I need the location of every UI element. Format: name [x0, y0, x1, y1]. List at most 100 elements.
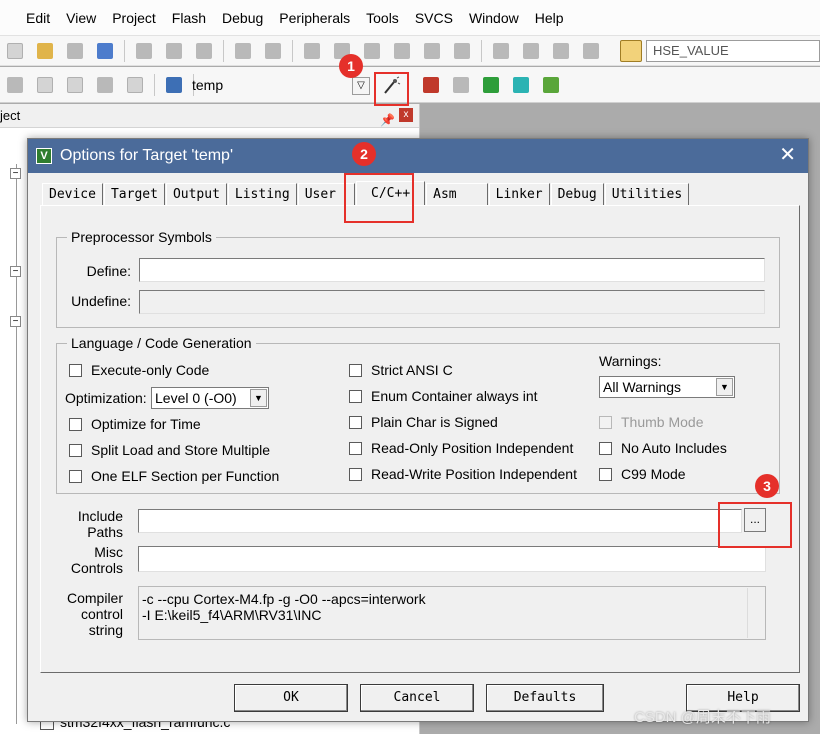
dialog-close-button[interactable]: ✕: [779, 145, 796, 165]
checkbox[interactable]: [349, 363, 362, 377]
pack-installer-icon[interactable]: [479, 73, 503, 97]
checkbox[interactable]: [69, 417, 82, 431]
uncomment-icon[interactable]: [579, 39, 603, 63]
undefine-field: [139, 290, 765, 314]
tab-device[interactable]: Device: [42, 183, 103, 205]
checkbox[interactable]: [349, 415, 362, 429]
define-combo[interactable]: HSE_VALUE: [646, 40, 820, 62]
menu-help[interactable]: Help: [527, 0, 572, 36]
c99-mode-checkbox[interactable]: C99 Mode: [599, 466, 686, 482]
menu-svcs[interactable]: SVCS: [407, 0, 461, 36]
load-icon[interactable]: [162, 73, 186, 97]
one-elf-label: One ELF Section per Function: [91, 468, 280, 484]
bookmark-next-icon[interactable]: [420, 39, 444, 63]
menu-peripherals[interactable]: Peripherals: [271, 0, 358, 36]
tab-debug[interactable]: Debug: [550, 183, 604, 205]
menu-edit[interactable]: Edit: [8, 0, 58, 36]
undo-icon[interactable]: [231, 39, 255, 63]
menu-tools[interactable]: Tools: [358, 0, 407, 36]
new-file-icon[interactable]: [3, 39, 27, 63]
nav-back-icon[interactable]: [300, 39, 324, 63]
warnings-select[interactable]: All Warnings ▼: [599, 376, 735, 398]
checkbox[interactable]: [349, 467, 362, 481]
rebuild-icon[interactable]: [63, 73, 87, 97]
cut-icon[interactable]: [132, 39, 156, 63]
tree-collapse-toggle[interactable]: −: [10, 266, 21, 277]
checkbox[interactable]: [69, 363, 82, 377]
find-in-files-icon[interactable]: [620, 40, 642, 62]
ropi-checkbox[interactable]: Read-Only Position Independent: [349, 440, 573, 456]
bookmark-icon[interactable]: [360, 39, 384, 63]
select-packs-icon[interactable]: [509, 73, 533, 97]
defaults-button[interactable]: Defaults: [486, 684, 604, 712]
manage-components-icon[interactable]: [419, 73, 443, 97]
execute-only-checkbox[interactable]: Execute-only Code: [69, 362, 209, 378]
chevron-down-icon[interactable]: ▽: [352, 77, 370, 95]
optimize-time-checkbox[interactable]: Optimize for Time: [69, 416, 201, 432]
misc-controls-field[interactable]: [138, 546, 766, 572]
tab-target[interactable]: Target: [103, 183, 165, 205]
pin-icon[interactable]: 📌: [380, 108, 395, 132]
define-field[interactable]: [139, 258, 765, 282]
open-folder-icon[interactable]: [33, 39, 57, 63]
checkbox[interactable]: [599, 467, 612, 481]
tree-collapse-toggle[interactable]: −: [10, 316, 21, 327]
checkbox[interactable]: [349, 441, 362, 455]
language-group: Language / Code Generation Execute-only …: [56, 335, 780, 494]
checkbox[interactable]: [349, 389, 362, 403]
include-paths-field[interactable]: [138, 509, 742, 533]
tab-output[interactable]: Output: [165, 183, 227, 205]
scrollbar[interactable]: [747, 588, 764, 638]
redo-icon[interactable]: [261, 39, 285, 63]
compiler-label-line2: control: [80, 606, 123, 622]
tab-utilities[interactable]: Utilities: [604, 183, 690, 205]
strict-ansi-checkbox[interactable]: Strict ANSI C: [349, 362, 453, 378]
indent-icon[interactable]: [489, 39, 513, 63]
copy-icon[interactable]: [162, 39, 186, 63]
file-extensions-icon[interactable]: [449, 73, 473, 97]
paste-icon[interactable]: [192, 39, 216, 63]
compiler-label-line1: Compiler: [66, 590, 123, 606]
bookmark-clear-icon[interactable]: [450, 39, 474, 63]
run-time-environment-icon[interactable]: [539, 73, 563, 97]
include-label-line1: Include: [77, 508, 123, 524]
translate-icon[interactable]: [3, 73, 27, 97]
rwpi-label: Read-Write Position Independent: [371, 466, 577, 482]
tree-collapse-toggle[interactable]: −: [10, 168, 21, 179]
rwpi-checkbox[interactable]: Read-Write Position Independent: [349, 466, 577, 482]
optimization-select[interactable]: Level 0 (-O0) ▼: [151, 387, 269, 409]
target-select[interactable]: temp: [186, 72, 370, 98]
enum-container-checkbox[interactable]: Enum Container always int: [349, 388, 538, 404]
menu-debug[interactable]: Debug: [214, 0, 271, 36]
tab-asm[interactable]: Asm: [426, 183, 488, 205]
project-panel-title: ject: [0, 108, 21, 123]
menu-flash[interactable]: Flash: [164, 0, 214, 36]
menu-project[interactable]: Project: [104, 0, 164, 36]
chevron-down-icon[interactable]: ▼: [716, 378, 733, 396]
checkbox[interactable]: [599, 441, 612, 455]
close-icon[interactable]: x: [399, 108, 413, 122]
cancel-button[interactable]: Cancel: [360, 684, 474, 712]
build-icon[interactable]: [33, 73, 57, 97]
checkbox[interactable]: [69, 443, 82, 457]
plain-char-checkbox[interactable]: Plain Char is Signed: [349, 414, 498, 430]
optimization-value: Level 0 (-O0): [155, 390, 237, 406]
save-icon[interactable]: [63, 39, 87, 63]
save-all-icon[interactable]: [93, 39, 117, 63]
batch-build-icon[interactable]: [93, 73, 117, 97]
stop-build-icon[interactable]: [123, 73, 147, 97]
no-auto-includes-checkbox[interactable]: No Auto Includes: [599, 440, 727, 456]
menu-window[interactable]: Window: [461, 0, 527, 36]
split-load-checkbox[interactable]: Split Load and Store Multiple: [69, 442, 270, 458]
ok-button[interactable]: OK: [234, 684, 348, 712]
bookmark-prev-icon[interactable]: [390, 39, 414, 63]
one-elf-checkbox[interactable]: One ELF Section per Function: [69, 468, 279, 484]
tab-listing[interactable]: Listing: [227, 183, 297, 205]
menu-view[interactable]: View: [58, 0, 104, 36]
checkbox[interactable]: [69, 469, 82, 483]
strict-ansi-label: Strict ANSI C: [371, 362, 453, 378]
chevron-down-icon[interactable]: ▼: [250, 389, 267, 407]
unindent-icon[interactable]: [519, 39, 543, 63]
tab-linker[interactable]: Linker: [488, 183, 550, 205]
comment-icon[interactable]: [549, 39, 573, 63]
